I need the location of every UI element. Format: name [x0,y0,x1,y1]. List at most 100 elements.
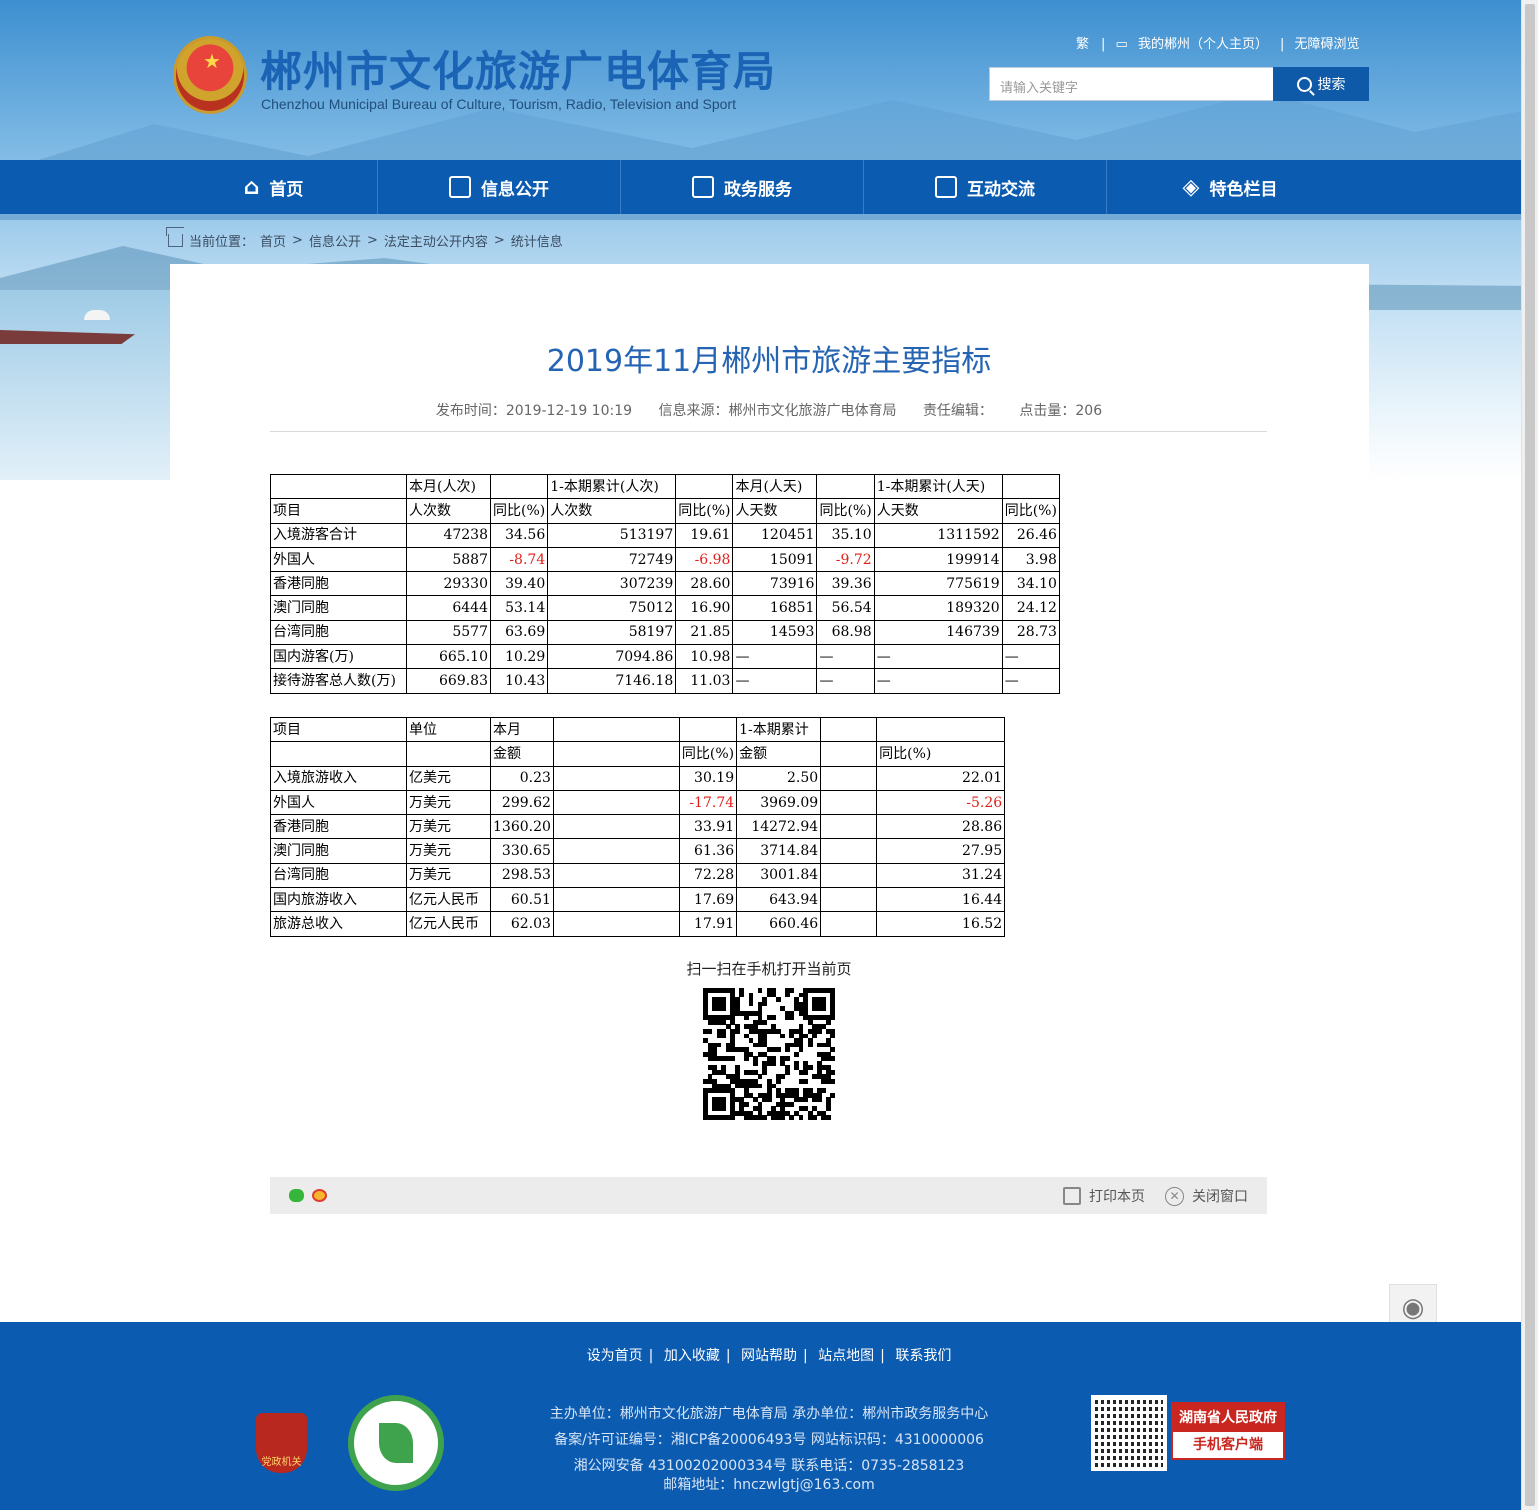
hunan-app-badge[interactable]: 湖南省人民政府 手机客户端 [1171,1402,1285,1460]
footer-link-help[interactable]: 网站帮助 [741,1348,797,1364]
accessibility-link[interactable]: 无障碍浏览 [1295,37,1360,52]
table-cell: 75012 [547,595,677,621]
table-cell [820,862,878,889]
site-title[interactable]: 郴州市文化旅游广电体育局 [260,38,776,99]
party-gov-badge[interactable]: 党政机关 [256,1413,307,1473]
table-cell: 73916 [732,571,818,597]
my-chenzhou-link[interactable]: 我的郴州（个人主页） [1138,37,1268,52]
qr-label: 扫一扫在手机打开当前页 [686,960,852,978]
document-icon [449,176,471,198]
scrollbar-thumb[interactable] [1525,4,1535,1506]
table-cell: 澳门同胞 [270,838,407,864]
nav-interaction[interactable]: 互动交流 [864,160,1106,214]
weibo-icon[interactable] [312,1189,327,1202]
close-window-button[interactable]: ✕ 关闭窗口 [1165,1186,1248,1206]
table-cell: 入境旅游收入 [270,765,407,791]
table-cell: 775619 [873,571,1003,597]
table-cell: 10.43 [489,668,549,694]
view-count: 点击量：206 [1019,403,1103,419]
footer-link-sitemap[interactable]: 站点地图 [818,1348,874,1364]
table-cell: 34.56 [489,522,549,548]
scrollbar[interactable] [1521,0,1538,1510]
table-cell: 接待游客总人数(万) [270,668,407,694]
table-row: 旅游总收入 亿元人民币 62.03 17.91 660.46 16.52 [270,911,1006,937]
table-cell: 31.24 [876,862,1006,889]
table-cell: 15091 [732,546,818,573]
table-cell: 27.95 [876,838,1006,864]
table-cell: 146739 [873,619,1003,646]
table-cell: 1311592 [873,522,1003,548]
top-links: 繁 | ▭ 我的郴州（个人主页） | 无障碍浏览 [1076,37,1360,52]
nav-gov-service[interactable]: 政务服务 [621,160,863,214]
main-nav: ⌂ 首页 信息公开 政务服务 互动交流 ◈ 特色栏目 [0,160,1538,214]
leaf-icon [379,1423,413,1463]
table-cell: 307239 [547,571,677,597]
print-label: 打印本页 [1089,1189,1145,1205]
tourist-count-table: 本月(人次) 1-本期累计(人次) 本月(人天) 1-本期累计(人天) 项目 人次数 同比(… [270,473,1060,694]
footer-sponsor: 主办单位：郴州市文化旅游广电体育局 承办单位：郴州市政务服务中心 [549,1406,989,1422]
table-cell: 189320 [873,595,1003,621]
table-cell: 28.73 [1001,619,1060,646]
search-input[interactable]: 请输入关键字 [989,67,1274,101]
footer-link-set-home[interactable]: 设为首页 [587,1348,643,1364]
table-cell: 660.46 [736,911,822,937]
wechat-icon[interactable] [289,1189,304,1202]
table-cell: 60.51 [490,887,554,913]
search-button[interactable]: 搜索 [1273,67,1369,101]
table-cell: 56.54 [816,595,875,621]
table-cell: 同比(%) [1001,498,1060,524]
printer-icon [1063,1187,1081,1205]
table-cell: 入境游客合计 [270,522,407,548]
breadcrumb-item-statistics[interactable]: 统计信息 [511,231,563,250]
table-cell: 0.23 [490,765,554,791]
traditional-chinese-link[interactable]: 繁 [1076,37,1089,52]
table-cell [675,473,734,500]
site-subtitle: Chenzhou Municipal Bureau of Culture, To… [261,96,736,112]
breadcrumb-item-legal-public[interactable]: 法定主动公开内容 [384,231,488,250]
table-cell: 10.29 [489,644,549,670]
table-cell: 同比(%) [675,498,734,524]
footer-email: 邮箱地址：hnczwlgtj@163.com [663,1477,875,1493]
table-cell: 香港同胞 [270,814,407,840]
breadcrumb-separator: > [493,233,505,248]
table-cell: 28.60 [675,571,734,597]
table-cell [552,765,680,791]
table-cell: 11.03 [675,668,734,694]
table-cell: 2.50 [736,765,822,791]
close-icon: ✕ [1165,1186,1184,1206]
table-cell: 513197 [547,522,677,548]
footer-icp[interactable]: 备案/许可证编号：湘ICP备20006493号 网站标识码：4310000006 [0,1429,1538,1449]
table-row: 澳门同胞 6444 53.14 75012 16.90 16851 56.54 189320 2… [270,595,1060,621]
qr-code [703,988,836,1121]
table-cell: 665.10 [406,644,491,670]
table-cell: -17.74 [678,789,738,816]
breadcrumb-item-info-public[interactable]: 信息公开 [309,231,361,250]
nav-info-public[interactable]: 信息公开 [378,160,620,214]
breadcrumb-item-home[interactable]: 首页 [260,231,286,250]
table-cell: 台湾同胞 [270,862,407,889]
table-cell: 1-本期累计(人次) [547,473,677,500]
table-row: 外国人 万美元 299.62 -17.74 3969.09 -5.26 [270,789,1006,816]
table-cell: 3.98 [1001,546,1060,573]
table-cell: 53.14 [489,595,549,621]
civilization-badge[interactable] [348,1395,444,1491]
table-cell [552,741,680,767]
nav-home[interactable]: ⌂ 首页 [170,160,377,214]
footer-qr-code [1091,1395,1167,1471]
table-cell [820,814,878,840]
footer-police-record[interactable]: 湘公网安备 43100202000334号 联系电话：0735-2858123 [0,1455,1538,1475]
national-emblem-logo: ★ [173,36,247,114]
table-cell [820,838,878,864]
responsible-editor: 责任编辑： [922,403,993,419]
print-button[interactable]: 打印本页 [1063,1186,1145,1206]
nav-home-label: 首页 [269,179,304,200]
footer-link-favorite[interactable]: 加入收藏 [664,1348,720,1364]
table-cell: 万美元 [406,838,491,864]
nav-featured[interactable]: ◈ 特色栏目 [1107,160,1353,214]
table-cell [552,838,680,864]
breadcrumb-prefix: 当前位置： [189,235,255,250]
table-cell: 外国人 [270,789,407,816]
table-cell: 17.69 [678,887,738,913]
footer-link-contact[interactable]: 联系我们 [895,1348,951,1364]
table-cell: — [873,668,1003,694]
